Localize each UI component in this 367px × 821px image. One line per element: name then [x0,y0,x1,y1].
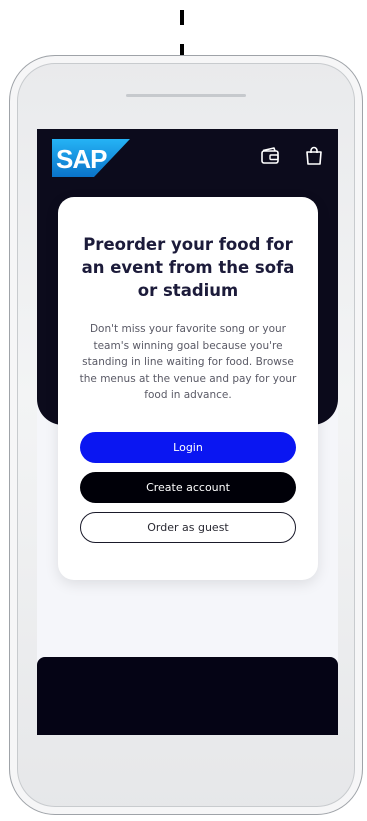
sap-logo: SAP [52,139,130,177]
shopping-bag-icon[interactable] [303,145,325,167]
create-account-button[interactable]: Create account [80,472,296,503]
phone-screen: SAP Preorder your food for an event from… [37,129,338,735]
login-button[interactable]: Login [80,432,296,463]
order-as-guest-button[interactable]: Order as guest [80,512,296,543]
wallet-icon[interactable] [259,145,281,167]
footer-band [37,657,338,735]
create-account-button-label: Create account [146,481,230,494]
welcome-card: Preorder your food for an event from the… [58,197,318,580]
phone-speaker [126,94,246,97]
card-description: Don't miss your favorite song or your te… [79,323,297,401]
connector-line-top [180,10,184,25]
card-title: Preorder your food for an event from the… [81,235,295,300]
sap-logo-text: SAP [56,144,107,174]
login-button-label: Login [173,441,203,454]
order-as-guest-button-label: Order as guest [147,521,229,534]
